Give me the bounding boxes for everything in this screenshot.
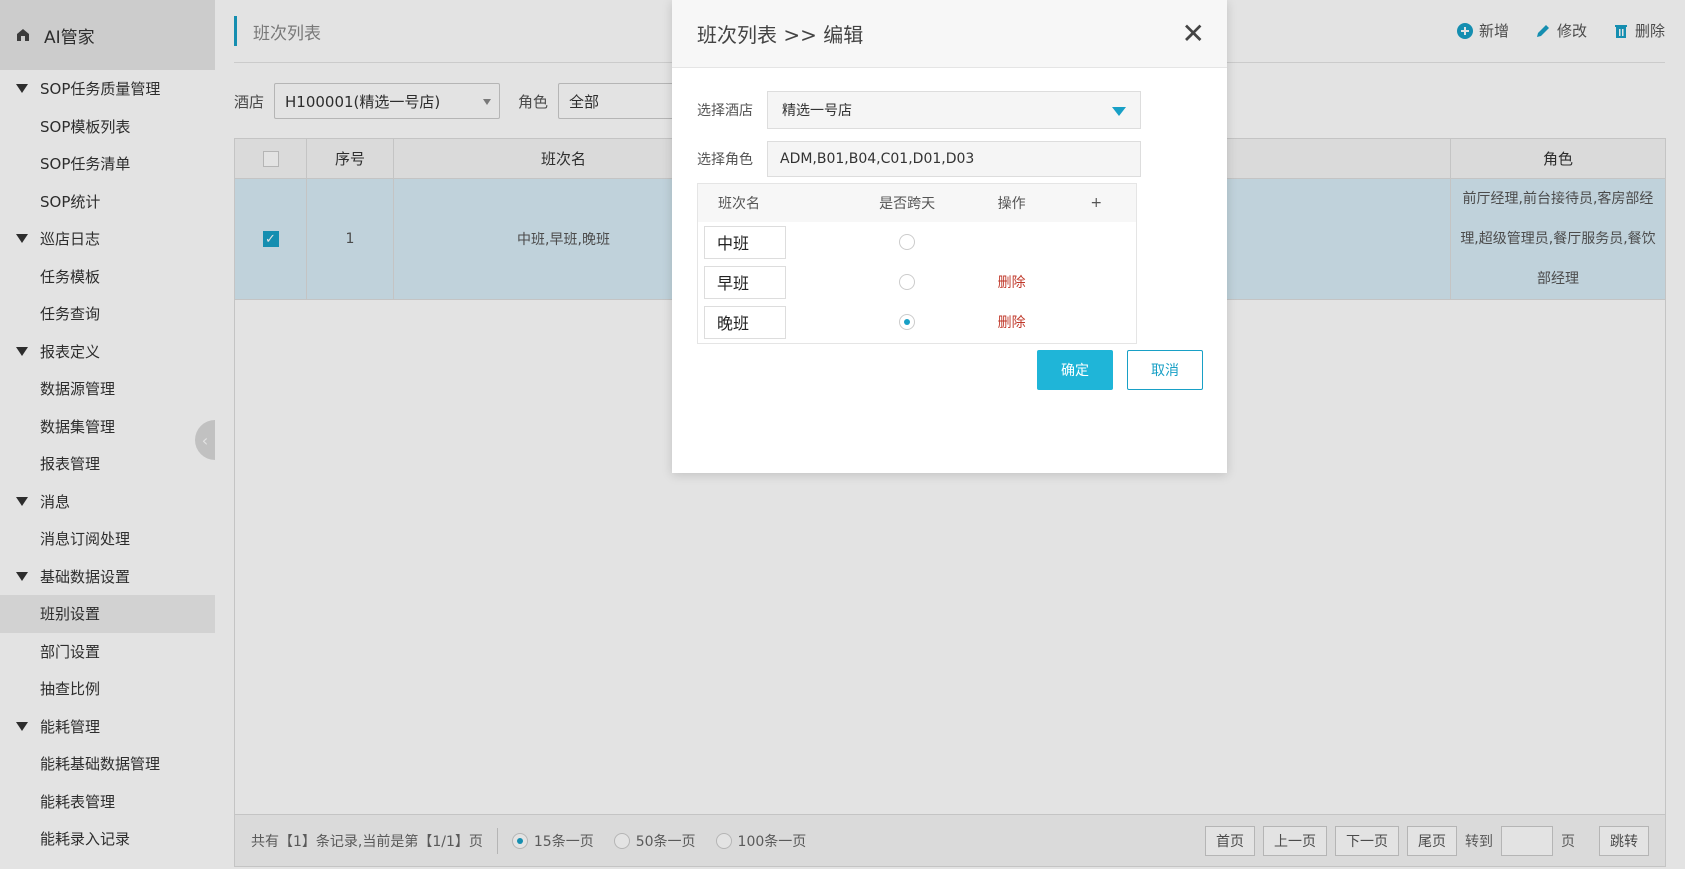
shift-table: 班次名 是否跨天 操作 + 中班 早班 删除 晚班 删除 xyxy=(697,183,1137,344)
delete-link[interactable]: 删除 xyxy=(998,272,1026,292)
close-icon[interactable]: ✕ xyxy=(1182,20,1205,48)
shift-row: 早班 删除 xyxy=(698,262,1136,302)
col-shift-name: 班次名 xyxy=(718,196,760,212)
cross-day-radio[interactable] xyxy=(899,314,916,330)
shift-name-input[interactable]: 早班 xyxy=(704,265,786,299)
hotel-row: 选择酒店 精选一号店 xyxy=(697,91,1141,129)
hotel-dropdown[interactable]: 精选一号店 xyxy=(767,91,1141,129)
dialog-header: 班次列表 >> 编辑 ✕ xyxy=(672,0,1227,68)
shift-table-header: 班次名 是否跨天 操作 + xyxy=(698,184,1136,222)
cross-day-radio[interactable] xyxy=(899,274,916,290)
edit-shift-dialog: 班次列表 >> 编辑 ✕ 选择酒店 精选一号店 选择角色 ADM,B01,B04… xyxy=(672,0,1227,473)
dialog-title: 班次列表 >> 编辑 xyxy=(697,23,864,47)
role-label: 选择角色 xyxy=(697,152,753,168)
cross-day-radio[interactable] xyxy=(899,234,916,250)
shift-name-input[interactable]: 晚班 xyxy=(704,305,786,339)
confirm-button[interactable]: 确定 xyxy=(1037,350,1113,390)
role-row: 选择角色 ADM,B01,B04,C01,D01,D03 xyxy=(697,141,1141,177)
hotel-label: 选择酒店 xyxy=(697,103,753,119)
role-input[interactable]: ADM,B01,B04,C01,D01,D03 xyxy=(767,141,1141,177)
shift-row: 晚班 删除 xyxy=(698,302,1136,342)
shift-name-input[interactable]: 中班 xyxy=(704,225,786,259)
delete-link[interactable]: 删除 xyxy=(998,312,1026,332)
cancel-button[interactable]: 取消 xyxy=(1127,350,1203,390)
add-row-button[interactable]: + xyxy=(1056,195,1136,211)
shift-row: 中班 xyxy=(698,222,1136,262)
caret-down-icon xyxy=(1112,107,1126,116)
col-action: 操作 xyxy=(997,196,1026,212)
col-cross-day: 是否跨天 xyxy=(879,196,936,212)
